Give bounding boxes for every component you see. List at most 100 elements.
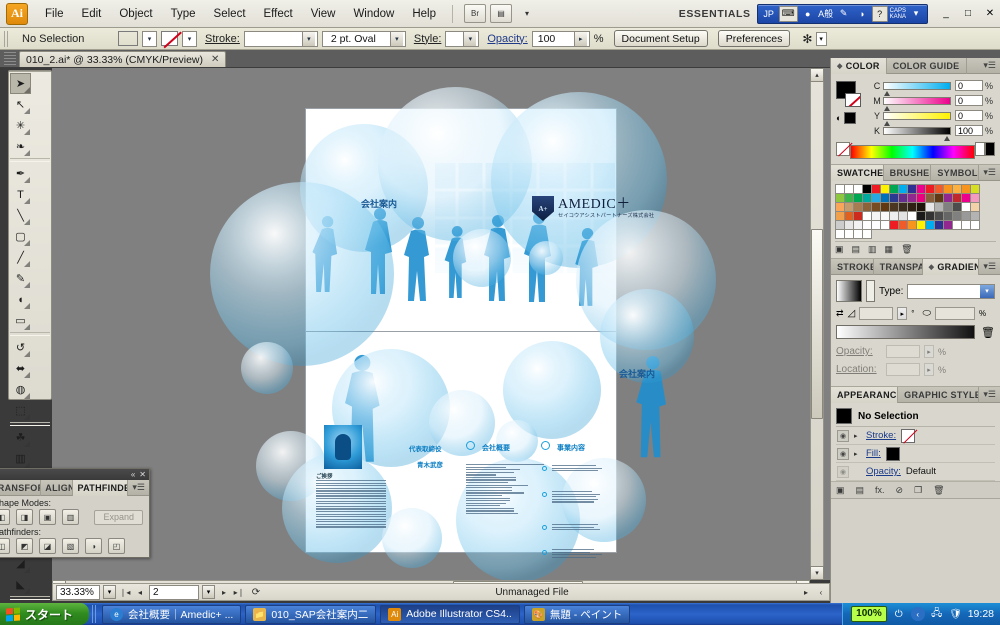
- close-icon[interactable]: ✕: [211, 54, 219, 65]
- ime-mode-icon[interactable]: ●: [800, 6, 816, 22]
- color-mode-icon[interactable]: ◐: [836, 113, 841, 123]
- add-effect-icon[interactable]: fx.: [875, 485, 885, 495]
- menu-file[interactable]: File: [36, 5, 73, 23]
- chevron-down-icon[interactable]: ▾: [516, 4, 538, 23]
- gradient-presets-dropdown[interactable]: [866, 280, 875, 302]
- pathfinder-title-bar[interactable]: « ✕: [0, 469, 149, 480]
- channel-y-slider[interactable]: [883, 111, 951, 126]
- appearance-stroke-label[interactable]: Stroke:: [866, 430, 896, 441]
- arrange-documents-icon[interactable]: ▤: [490, 4, 512, 23]
- swatch-cell[interactable]: [969, 219, 980, 230]
- gradient-slider[interactable]: [836, 325, 976, 339]
- close-icon[interactable]: ✕: [139, 470, 146, 479]
- control-bar-overflow[interactable]: ▾: [816, 31, 828, 46]
- ime-tool-icon[interactable]: ✎: [836, 6, 852, 22]
- gradient-reverse-icon[interactable]: ⇄: [836, 308, 844, 319]
- workspace-label[interactable]: ESSENTIALS: [679, 8, 757, 20]
- lasso-tool[interactable]: ❧: [10, 136, 31, 157]
- taskbar-item-illustrator[interactable]: Ai Adobe Illustrator CS4..: [380, 604, 520, 624]
- vertical-scrollbar[interactable]: ▴ ▾: [810, 68, 824, 580]
- tab-gradient[interactable]: ◆ GRADIENT: [922, 258, 980, 275]
- channel-m-value[interactable]: 0: [955, 95, 983, 106]
- channel-c-slider[interactable]: [883, 81, 951, 96]
- color-spectrum[interactable]: [850, 145, 975, 159]
- channel-k-value[interactable]: 100: [955, 125, 983, 136]
- gradient-location-field[interactable]: [886, 363, 920, 376]
- appearance-stroke-swatch[interactable]: [901, 428, 916, 443]
- free-transform-tool[interactable]: ⬚: [10, 400, 31, 421]
- tab-appearance[interactable]: APPEARANCE: [831, 386, 899, 403]
- taskbar-item-folder[interactable]: 📁 010_SAP会社案内二: [245, 604, 377, 624]
- artboard-dropdown-icon[interactable]: ▾: [202, 585, 215, 599]
- stroke-weight-label[interactable]: Stroke:: [205, 33, 240, 45]
- app-logo-icon[interactable]: Ai: [6, 2, 28, 25]
- ime-toolbar[interactable]: JP ⌨ ● A般 ✎ ◑ ? CAPS KANA ▾: [756, 3, 928, 24]
- cursor-icon[interactable]: ⟳: [248, 585, 264, 599]
- power-icon[interactable]: ⏻: [892, 607, 906, 621]
- delete-item-icon[interactable]: 🗑: [933, 485, 944, 496]
- tab-bar-grip[interactable]: [4, 51, 16, 65]
- show-list-icon[interactable]: ▤: [852, 244, 861, 255]
- sparkle-icon[interactable]: ✻: [802, 32, 812, 46]
- selection-tool[interactable]: ➤: [10, 73, 31, 94]
- pencil-tool[interactable]: ✎: [10, 268, 31, 289]
- stroke-color-dropdown[interactable]: ▾: [182, 30, 197, 47]
- gradient-aspect-field[interactable]: [935, 307, 975, 320]
- add-new-stroke-icon[interactable]: ▣: [836, 485, 845, 496]
- direct-selection-tool[interactable]: ↖: [10, 94, 31, 115]
- magic-wand-tool[interactable]: ✳: [10, 115, 31, 136]
- scale-tool[interactable]: ⬌: [10, 358, 31, 379]
- gradient-angle-field[interactable]: [859, 307, 894, 320]
- color-none-swatch[interactable]: [844, 112, 857, 124]
- swatch-libraries-icon[interactable]: ▣: [835, 244, 844, 255]
- new-swatch-icon[interactable]: ▦: [885, 244, 894, 255]
- ime-help-icon[interactable]: ?: [871, 5, 888, 22]
- divide-icon[interactable]: ◫: [0, 538, 10, 554]
- tab-transparency[interactable]: TRANSPA.: [874, 258, 923, 275]
- last-artboard-button[interactable]: ▸❘: [233, 585, 245, 599]
- add-new-fill-icon[interactable]: ▤: [856, 485, 865, 496]
- tab-stroke[interactable]: STROKE: [831, 258, 874, 275]
- close-button[interactable]: ✕: [980, 5, 1000, 22]
- eye-icon[interactable]: ◉: [837, 465, 849, 478]
- spectrum-white-swatch[interactable]: [975, 142, 985, 156]
- canvas-area[interactable]: 会社案内 会社案内 A+ AMEDIC＋ セイコウアシストパートナーズ株式会社 …: [52, 68, 830, 580]
- next-artboard-button[interactable]: ▸: [218, 585, 230, 599]
- channel-m-slider[interactable]: [883, 96, 951, 111]
- color-stroke-swatch[interactable]: [845, 93, 861, 107]
- exclude-icon[interactable]: ▥: [62, 509, 79, 525]
- gradient-opacity-stepper[interactable]: ▸: [924, 345, 934, 358]
- opacity-label[interactable]: Opacity:: [487, 33, 527, 45]
- tab-symbols[interactable]: SYMBOLS: [931, 164, 980, 181]
- tab-transform[interactable]: TRANSFORM: [0, 479, 42, 496]
- tab-swatches[interactable]: SWATCHES: [831, 164, 884, 181]
- tab-brushes[interactable]: BRUSHES: [884, 164, 932, 181]
- document-tab[interactable]: 010_2.ai* @ 33.33% (CMYK/Preview) ✕: [19, 51, 227, 67]
- rectangle-tool[interactable]: ▢: [10, 226, 31, 247]
- document-setup-button[interactable]: Document Setup: [613, 30, 708, 47]
- stroke-weight-dropdown[interactable]: ▾: [243, 30, 318, 47]
- blob-brush-tool[interactable]: ◖: [10, 289, 31, 310]
- merge-icon[interactable]: ◪: [39, 538, 56, 554]
- eraser-tool[interactable]: ▭: [10, 310, 31, 331]
- zoom-level-field[interactable]: 33.33%: [56, 584, 100, 600]
- symbol-sprayer-tool[interactable]: ☘: [10, 427, 31, 448]
- trash-icon[interactable]: 🗑: [981, 326, 995, 339]
- chevron-right-icon[interactable]: ▸: [854, 432, 861, 440]
- brush-definition-dropdown[interactable]: 2 pt. Oval ▾: [321, 30, 406, 47]
- eye-icon[interactable]: ◉: [837, 447, 849, 460]
- control-bar-grip[interactable]: [4, 30, 8, 47]
- swatch-grid[interactable]: [834, 183, 985, 239]
- chevron-right-icon[interactable]: ▸: [854, 450, 861, 458]
- gradient-angle-stepper[interactable]: ▸: [897, 307, 908, 320]
- menu-select[interactable]: Select: [205, 5, 255, 23]
- spectrum-none-swatch[interactable]: [836, 142, 850, 156]
- chevron-down-icon[interactable]: ▾: [463, 31, 477, 46]
- appearance-row-fill[interactable]: ◉ ▸ Fill:: [836, 445, 995, 463]
- menu-window[interactable]: Window: [344, 5, 403, 23]
- gradient-preview[interactable]: [836, 280, 862, 302]
- duplicate-item-icon[interactable]: ❐: [914, 485, 922, 496]
- warp-tool[interactable]: ◍: [10, 379, 31, 400]
- maximize-button[interactable]: □: [958, 5, 978, 22]
- fill-color-swatch[interactable]: [118, 31, 138, 46]
